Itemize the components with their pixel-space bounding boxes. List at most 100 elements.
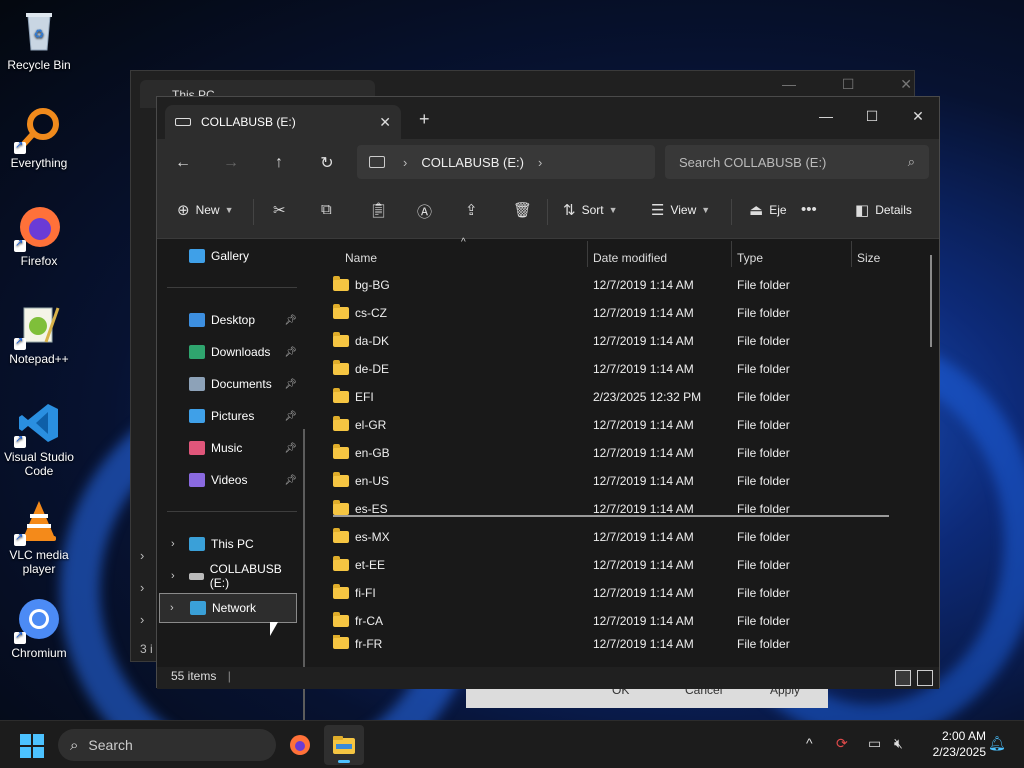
file-row[interactable]: es-MX 12/7/2019 1:14 AM File folder: [333, 523, 913, 551]
file-row[interactable]: fr-CA 12/7/2019 1:14 AM File folder: [333, 607, 913, 635]
desktop-icon-recycle-bin[interactable]: ♻ Recycle Bin: [0, 8, 78, 72]
volume-muted-icon[interactable]: 🔇︎: [894, 735, 903, 752]
file-row[interactable]: da-DK 12/7/2019 1:14 AM File folder: [333, 327, 913, 355]
sync-icon[interactable]: ⟳: [836, 735, 848, 752]
paste-button[interactable]: 📋︎: [369, 201, 394, 219]
nav-downloads[interactable]: Downloads 📌︎: [167, 337, 297, 367]
details-pane-button[interactable]: ◧ Details: [855, 201, 912, 219]
desktop-icon-notepadpp[interactable]: Notepad++: [0, 302, 78, 366]
file-row[interactable]: fi-FI 12/7/2019 1:14 AM File folder: [333, 579, 913, 607]
file-row[interactable]: cs-CZ 12/7/2019 1:14 AM File folder: [333, 299, 913, 327]
search-input[interactable]: Search COLLABUSB (E:) ⌕: [665, 145, 929, 179]
tab-collabusb[interactable]: COLLABUSB (E:) ✕: [165, 105, 401, 139]
rename-icon: Ⓐ: [417, 204, 433, 221]
new-tab-button[interactable]: +: [419, 109, 430, 130]
column-header-date[interactable]: Date modified: [593, 251, 667, 265]
file-row[interactable]: es-ES 12/7/2019 1:14 AM File folder: [333, 495, 913, 523]
nav-pictures[interactable]: Pictures 📌︎: [167, 401, 297, 431]
close-window-button[interactable]: ✕: [895, 101, 941, 131]
status-bar: 55 items |: [157, 667, 939, 689]
taskbar-file-explorer[interactable]: [324, 725, 364, 765]
folder-icon: [333, 472, 349, 487]
back-button[interactable]: ←: [169, 149, 197, 177]
file-explorer-window: COLLABUSB (E:) ✕ + — ☐ ✕ ← → ↑ ↻ › COLLA…: [156, 96, 940, 768]
title-bar: COLLABUSB (E:) ✕ + — ☐ ✕: [157, 97, 939, 139]
nav-gallery[interactable]: Gallery: [167, 241, 297, 271]
chevron-right-icon[interactable]: ›: [538, 155, 542, 170]
pin-icon[interactable]: 📌︎: [284, 443, 297, 454]
details-view-button[interactable]: [895, 670, 911, 686]
nav-desktop[interactable]: Desktop 📌︎: [167, 305, 297, 335]
taskbar-firefox[interactable]: [280, 725, 320, 765]
file-row[interactable]: el-GR 12/7/2019 1:14 AM File folder: [333, 411, 913, 439]
chevron-right-icon[interactable]: ›: [170, 602, 174, 614]
forward-button[interactable]: →: [217, 149, 245, 177]
eject-button[interactable]: ⏏ Eje: [749, 201, 787, 219]
desktop-icon-vlc[interactable]: VLC media player: [0, 498, 78, 576]
nav-music[interactable]: Music 📌︎: [167, 433, 297, 463]
horizontal-scrollbar[interactable]: [333, 515, 889, 517]
notification-bell-icon[interactable]: 🔔︎: [988, 735, 1006, 752]
file-row[interactable]: et-EE 12/7/2019 1:14 AM File folder: [333, 551, 913, 579]
column-header-name[interactable]: Name: [345, 251, 377, 265]
file-date: 12/7/2019 1:14 AM: [593, 334, 694, 348]
sort-button[interactable]: ⇅ Sort ▼: [563, 201, 618, 219]
folder-icon: [333, 360, 349, 375]
desktop-icon-everything[interactable]: Everything: [0, 106, 78, 170]
pin-icon[interactable]: 📌︎: [284, 315, 297, 326]
desktop-icon-chromium[interactable]: Chromium: [0, 596, 78, 660]
desktop-icon-vscode[interactable]: Visual Studio Code: [0, 400, 78, 478]
copy-button[interactable]: ⧉: [321, 201, 338, 218]
file-row[interactable]: en-US 12/7/2019 1:14 AM File folder: [333, 467, 913, 495]
breadcrumb-drive[interactable]: COLLABUSB (E:): [421, 155, 524, 170]
file-row[interactable]: bg-BG 12/7/2019 1:14 AM File folder: [333, 271, 913, 299]
column-header-size[interactable]: Size: [857, 251, 880, 265]
close-tab-icon[interactable]: ✕: [379, 114, 391, 131]
file-row[interactable]: fr-FR 12/7/2019 1:14 AM File folder: [333, 635, 913, 649]
file-type: File folder: [737, 558, 790, 572]
nav-collabusb[interactable]: › COLLABUSB (E:): [167, 561, 297, 591]
delete-button[interactable]: 🗑︎: [513, 201, 538, 219]
vertical-scrollbar[interactable]: [930, 255, 932, 347]
network-status-icon[interactable]: ▭: [868, 735, 881, 752]
refresh-button[interactable]: ↻: [313, 149, 341, 177]
maximize-button[interactable]: ☐: [849, 101, 895, 131]
column-header-type[interactable]: Type: [737, 251, 763, 265]
desktop-icon-firefox[interactable]: Firefox: [0, 204, 78, 268]
file-date: 12/7/2019 1:14 AM: [593, 474, 694, 488]
nav-network[interactable]: › Network: [159, 593, 297, 623]
rename-button[interactable]: Ⓐ: [417, 201, 438, 222]
show-hidden-icons-button[interactable]: ^: [806, 735, 813, 751]
nav-videos[interactable]: Videos 📌︎: [167, 465, 297, 495]
vlc-icon: [14, 498, 62, 546]
nav-scrollbar[interactable]: [303, 429, 305, 768]
new-button[interactable]: ⊕ New ▼: [177, 201, 234, 219]
file-row[interactable]: en-GB 12/7/2019 1:14 AM File folder: [333, 439, 913, 467]
file-row[interactable]: EFI 2/23/2025 12:32 PM File folder: [333, 383, 913, 411]
chromium-icon: [14, 596, 62, 644]
desktop-icon: [189, 313, 205, 327]
cut-button[interactable]: ✂: [273, 201, 292, 219]
clock[interactable]: 2:00 AM 2/23/2025: [920, 728, 986, 760]
chevron-right-icon[interactable]: ›: [171, 570, 175, 582]
pin-icon[interactable]: 📌︎: [284, 475, 297, 486]
up-button[interactable]: ↑: [265, 149, 293, 177]
share-button[interactable]: ⇪: [465, 201, 484, 219]
chevron-right-icon[interactable]: ›: [171, 538, 175, 550]
background-chevron-icon: ›: [140, 548, 145, 563]
view-button[interactable]: ☰ View ▼: [651, 201, 710, 219]
minimize-button[interactable]: —: [803, 101, 849, 131]
nav-this-pc[interactable]: › This PC: [167, 529, 297, 559]
taskbar-search[interactable]: ⌕ Search: [58, 729, 276, 761]
start-button[interactable]: [20, 734, 44, 758]
pin-icon[interactable]: 📌︎: [284, 411, 297, 422]
pin-icon[interactable]: 📌︎: [284, 347, 297, 358]
nav-documents[interactable]: Documents 📌︎: [167, 369, 297, 399]
more-options-button[interactable]: •••: [801, 201, 823, 218]
address-path[interactable]: › COLLABUSB (E:) ›: [357, 145, 655, 179]
file-name: fi-FI: [355, 586, 376, 600]
chevron-right-icon: ›: [403, 154, 408, 170]
tiles-view-button[interactable]: [917, 670, 933, 686]
pin-icon[interactable]: 📌︎: [284, 379, 297, 390]
file-row[interactable]: de-DE 12/7/2019 1:14 AM File folder: [333, 355, 913, 383]
